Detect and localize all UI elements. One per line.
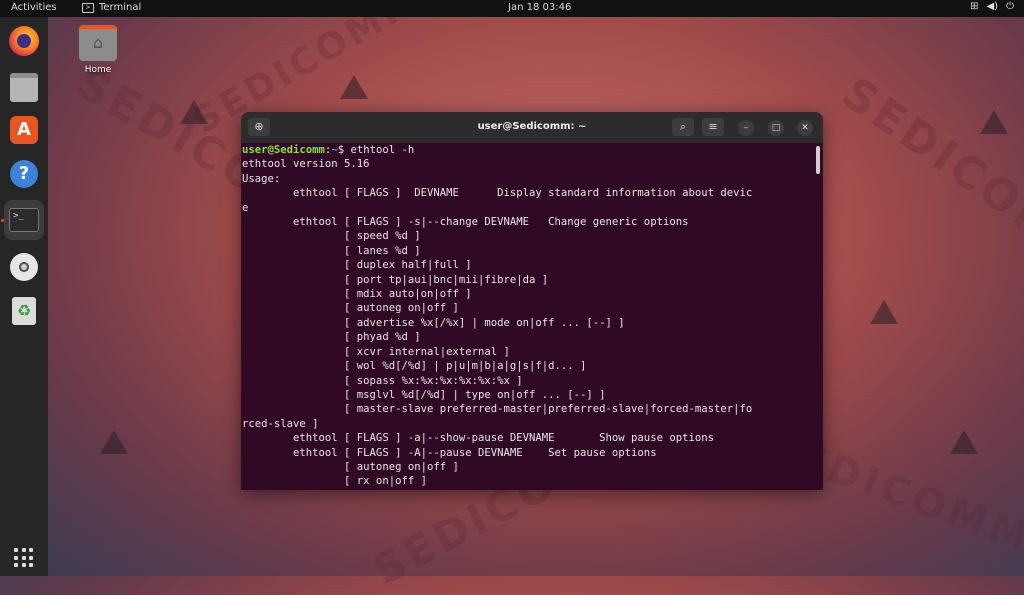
terminal-titlebar[interactable]: ⊕ user@Sedicomm: ~ ⌕ ≡ – □ ✕ — [241, 112, 823, 143]
watermark-triangle — [340, 75, 368, 99]
command: ethtool -h — [350, 144, 415, 156]
scrollbar[interactable] — [816, 146, 820, 174]
help-icon: ? — [10, 160, 38, 188]
output-line: e — [242, 201, 249, 214]
dock: A ? >_ ♻ — [0, 17, 48, 576]
firefox-launcher[interactable] — [4, 21, 44, 61]
disc-icon — [10, 253, 38, 281]
terminal-title: user@Sedicomm: ~ — [477, 121, 587, 132]
menu-button[interactable]: ≡ — [702, 118, 724, 136]
close-icon: ✕ — [801, 123, 809, 133]
terminal-launcher[interactable]: >_ — [4, 200, 44, 240]
show-apps-icon[interactable] — [14, 548, 34, 568]
prompt-line: user@Sedicomm:~$ ethtool -h — [242, 143, 812, 157]
watermark-triangle — [870, 300, 898, 324]
app-menu[interactable]: > Terminal — [82, 2, 141, 13]
top-bar: Activities > Terminal Jan 18 03:46 ⊞ ◀) … — [0, 0, 1024, 17]
close-button[interactable]: ✕ — [797, 120, 813, 136]
maximize-button[interactable]: □ — [768, 120, 784, 136]
help-launcher[interactable]: ? — [4, 154, 44, 194]
output-line: [ wol %d[/%d] | p|u|m|b|a|g|s|f|d... ] — [242, 360, 587, 373]
output-line: [ duplex half|full ] — [242, 259, 472, 272]
network-icon: ⊞ — [970, 1, 979, 12]
output-line: [ rx on|off ] — [242, 475, 427, 488]
output-line: [ lanes %d ] — [242, 244, 421, 257]
files-icon — [10, 72, 38, 102]
minimize-icon: – — [743, 123, 749, 133]
terminal-window[interactable]: ⊕ user@Sedicomm: ~ ⌕ ≡ – □ ✕ user@Sedico… — [241, 112, 823, 490]
watermark-triangle — [100, 430, 128, 454]
output-line: [ mdix auto|on|off ] — [242, 288, 472, 301]
software-launcher[interactable]: A — [4, 110, 44, 150]
output-line: ethtool version 5.16 — [242, 158, 370, 171]
trash-launcher[interactable]: ♻ — [4, 291, 44, 331]
output-line: [ master-slave preferred-master|preferre… — [242, 403, 753, 416]
watermark-triangle — [950, 430, 978, 454]
software-icon: A — [10, 116, 38, 144]
search-icon: ⌕ — [679, 120, 687, 133]
firefox-icon — [9, 26, 39, 56]
disc-launcher[interactable] — [4, 247, 44, 287]
running-indicator — [1, 219, 4, 222]
watermark-triangle — [180, 100, 208, 124]
output-line: [ advertise %x[/%x] | mode on|off ... [-… — [242, 316, 625, 329]
power-icon: ⏻ — [1006, 1, 1014, 12]
volume-icon: ◀) — [986, 1, 999, 12]
prompt-symbol: $ — [337, 144, 351, 156]
maximize-icon: □ — [771, 123, 781, 133]
hamburger-icon: ≡ — [708, 120, 718, 133]
output-line: [ msglvl %d[/%d] | type on|off ... [--] … — [242, 388, 606, 401]
output-line: [ port tp|aui|bnc|mii|fibre|da ] — [242, 273, 549, 286]
prompt-user: user@Sedicomm — [242, 144, 325, 156]
home-folder-icon — [79, 25, 117, 61]
output-line: Usage: — [242, 172, 281, 185]
trash-icon: ♻ — [12, 297, 36, 325]
clock[interactable]: Jan 18 03:46 — [508, 2, 571, 13]
watermark-triangle — [980, 110, 1008, 134]
terminal-output[interactable]: user@Sedicomm:~$ ethtool -h ethtool vers… — [242, 143, 812, 490]
home-label: Home — [84, 65, 112, 75]
output-line: [ autoneg on|off ] — [242, 460, 459, 473]
minimize-button[interactable]: – — [738, 120, 754, 136]
output-line: rced-slave ] — [242, 417, 319, 430]
app-menu-label: Terminal — [99, 2, 142, 13]
output-line: [ sopass %x:%x:%x:%x:%x:%x ] — [242, 374, 523, 387]
terminal-icon: > — [82, 2, 94, 13]
output-line: ethtool [ FLAGS ] -s|--change DEVNAME Ch… — [242, 216, 689, 229]
system-tray[interactable]: ⊞ ◀) ⏻ — [970, 1, 1014, 12]
output-line: [ xcvr internal|external ] — [242, 345, 510, 358]
desktop-home-folder[interactable]: Home — [76, 25, 120, 75]
output-line: ethtool [ FLAGS ] -A|--pause DEVNAME Set… — [242, 446, 657, 459]
watermark: SEDICOMM — [832, 67, 1024, 284]
activities-button[interactable]: Activities — [11, 2, 57, 13]
output-line: ethtool [ FLAGS ] DEVNAME Display standa… — [242, 187, 753, 200]
output-line: ethtool [ FLAGS ] -a|--show-pause DEVNAM… — [242, 432, 714, 445]
search-button[interactable]: ⌕ — [672, 118, 694, 136]
output-line: [ speed %d ] — [242, 230, 421, 243]
files-launcher[interactable] — [4, 67, 44, 107]
terminal-icon: >_ — [9, 208, 39, 232]
output-line: [ phyad %d ] — [242, 331, 421, 344]
output-line: [ autoneg on|off ] — [242, 302, 459, 315]
